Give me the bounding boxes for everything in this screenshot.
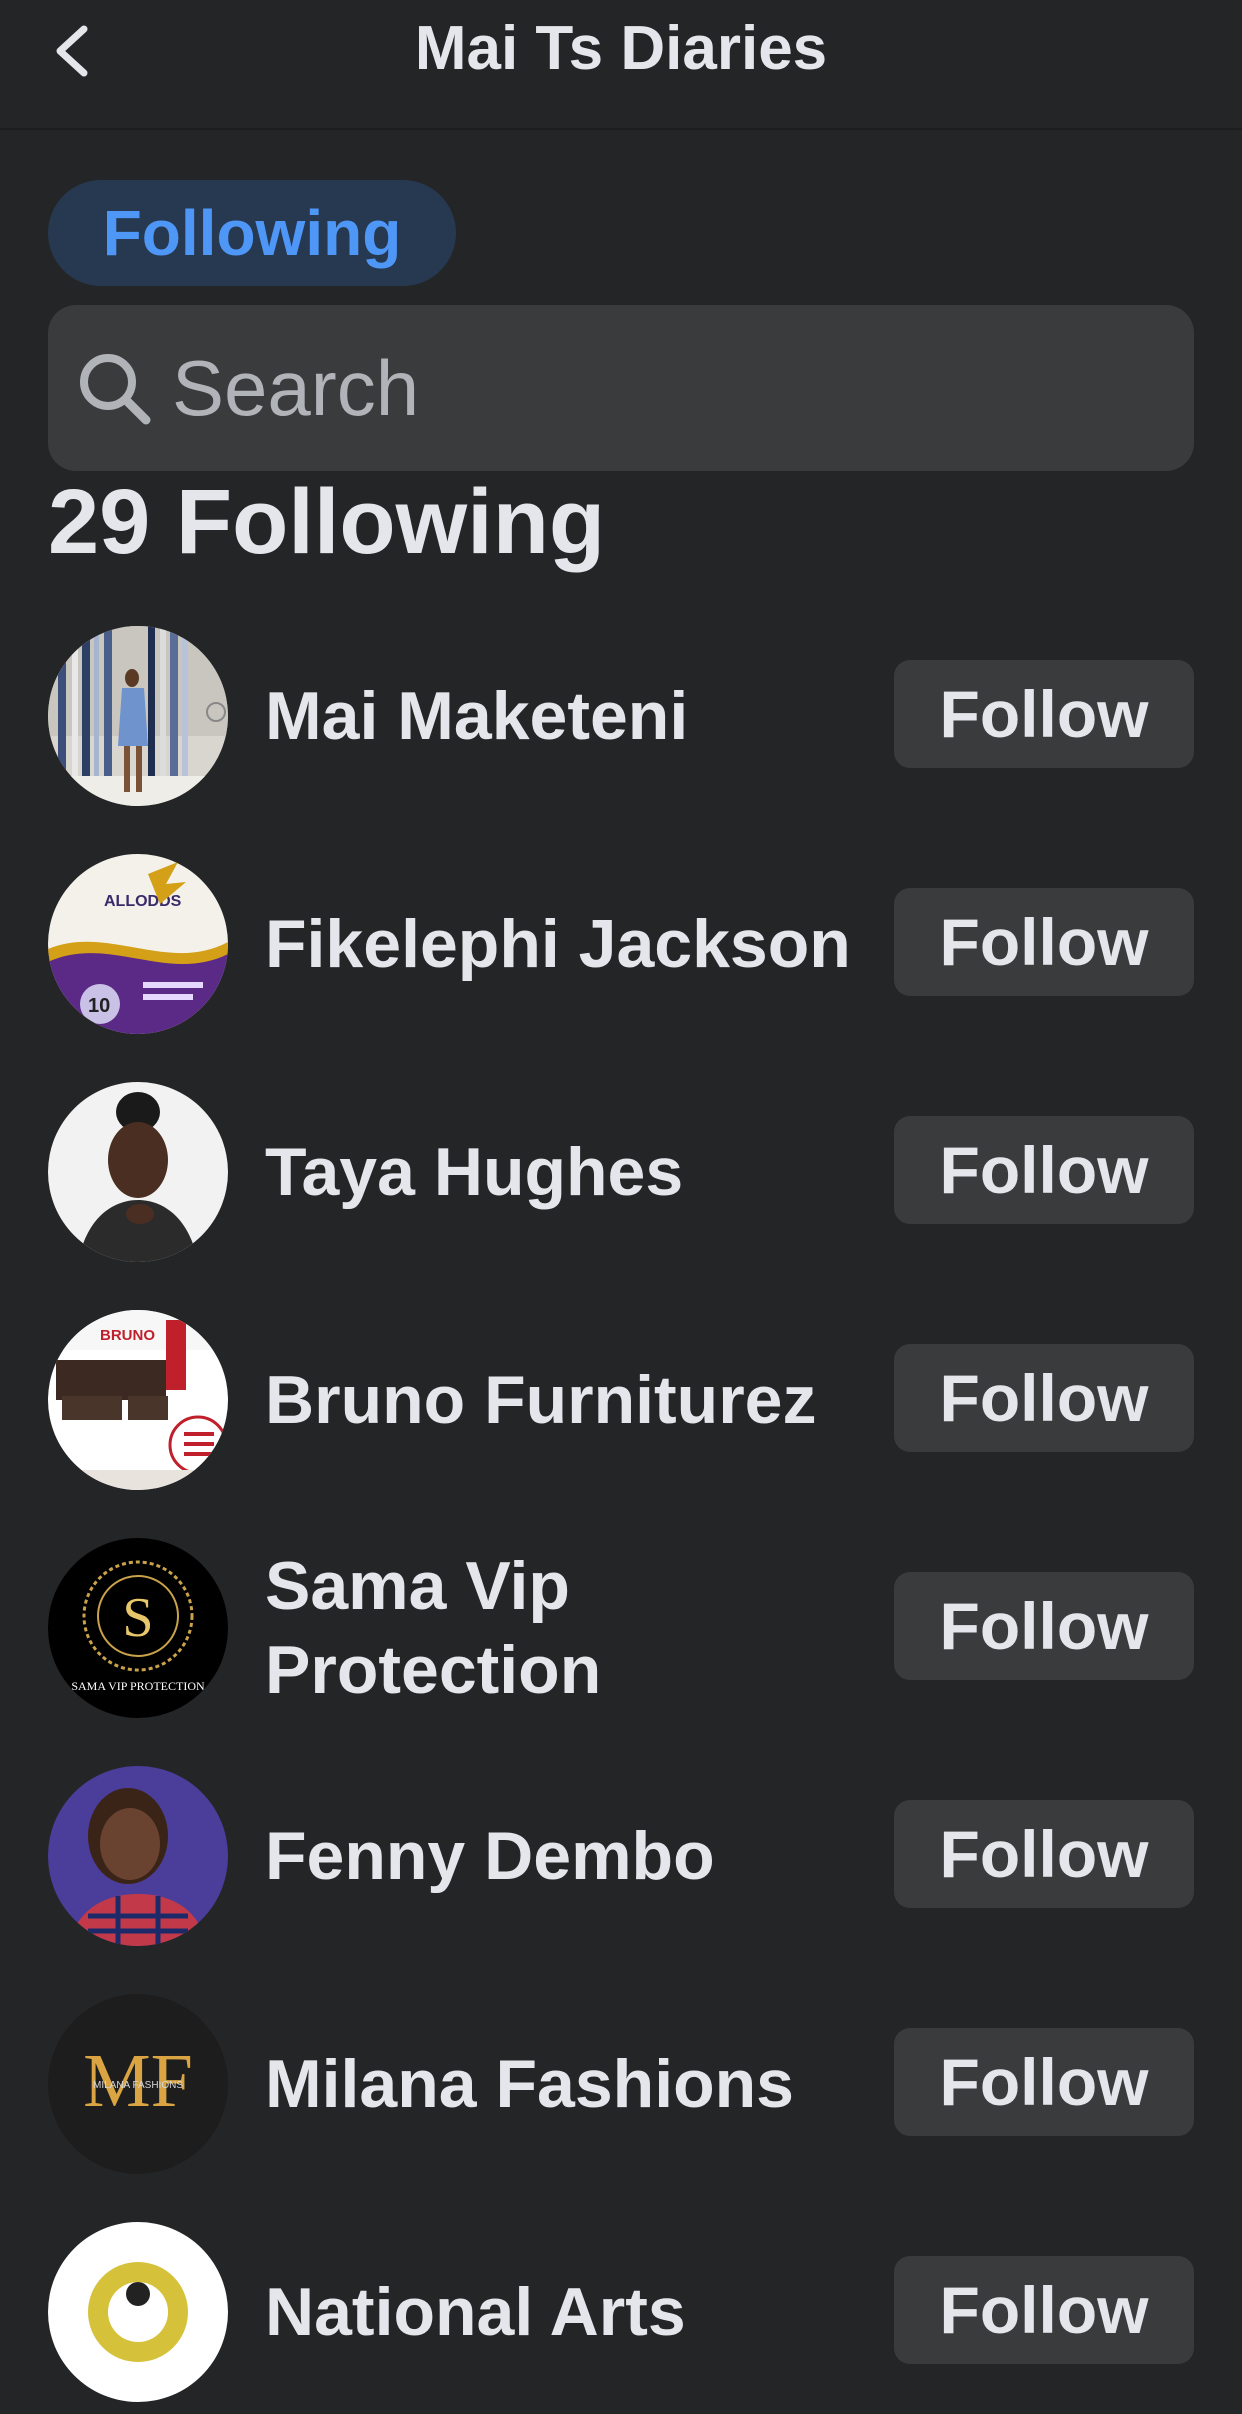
avatar[interactable] [48,1082,228,1262]
svg-text:10: 10 [88,995,110,1017]
follow-button[interactable]: Follow [894,1116,1194,1224]
avatar[interactable]: MF MILANA FASHIONS [48,1994,228,2174]
person-name[interactable]: Milana Fashions [265,2042,865,2126]
follow-button[interactable]: Follow [894,1344,1194,1452]
page-title: Mai Ts Diaries [414,14,828,83]
person-name[interactable]: Fikelephi Jackson [265,902,865,986]
follow-button[interactable]: Follow [894,1800,1194,1908]
person-name[interactable]: Sama Vip Protection [265,1544,865,1712]
person-name[interactable]: Mai Maketeni [265,674,865,758]
svg-text:S: S [122,1587,153,1649]
person-name[interactable]: National Arts [265,2270,865,2354]
list-item[interactable]: Fenny Dembo Follow [0,1758,1242,1958]
avatar[interactable]: ALLODDS 10 [48,854,228,1034]
avatar[interactable] [48,2222,228,2402]
header-bar: Mai Ts Diaries [0,0,1242,130]
person-name[interactable]: Fenny Dembo [265,1814,865,1898]
svg-text:MILANA FASHIONS: MILANA FASHIONS [93,2080,183,2091]
list-item[interactable]: Taya Hughes Follow [0,1074,1242,1274]
list-item[interactable]: Mai Maketeni Follow [0,618,1242,818]
svg-text:SAMA VIP PROTECTION: SAMA VIP PROTECTION [71,1679,205,1693]
search-input[interactable] [172,338,1194,438]
follow-button[interactable]: Follow [894,888,1194,996]
svg-text:ALLODDS: ALLODDS [104,893,182,910]
list-item[interactable]: National Arts Follow [0,2214,1242,2414]
avatar[interactable]: BRUNO [48,1310,228,1490]
avatar[interactable] [48,1766,228,1946]
follow-button[interactable]: Follow [894,660,1194,768]
following-count: 29 Following [48,471,606,573]
person-name[interactable]: Taya Hughes [265,1130,865,1214]
follow-button[interactable]: Follow [894,2256,1194,2364]
following-filter-chip[interactable]: Following [48,180,456,286]
list-item[interactable]: ALLODDS 10 Fikelephi Jackson Follow [0,846,1242,1046]
list-item[interactable]: MF MILANA FASHIONS Milana Fashions Follo… [0,1986,1242,2186]
list-item[interactable]: S SAMA VIP PROTECTION Sama Vip Protectio… [0,1530,1242,1730]
avatar[interactable]: S SAMA VIP PROTECTION [48,1538,228,1718]
follow-button[interactable]: Follow [894,1572,1194,1680]
svg-text:BRUNO: BRUNO [100,1327,155,1344]
search-icon [72,346,156,430]
follow-button[interactable]: Follow [894,2028,1194,2136]
person-name[interactable]: Bruno Furniturez [265,1358,865,1442]
search-bar[interactable] [48,305,1194,471]
avatar[interactable] [48,626,228,806]
list-item[interactable]: BRUNO Bruno Furniturez Follow [0,1302,1242,1502]
